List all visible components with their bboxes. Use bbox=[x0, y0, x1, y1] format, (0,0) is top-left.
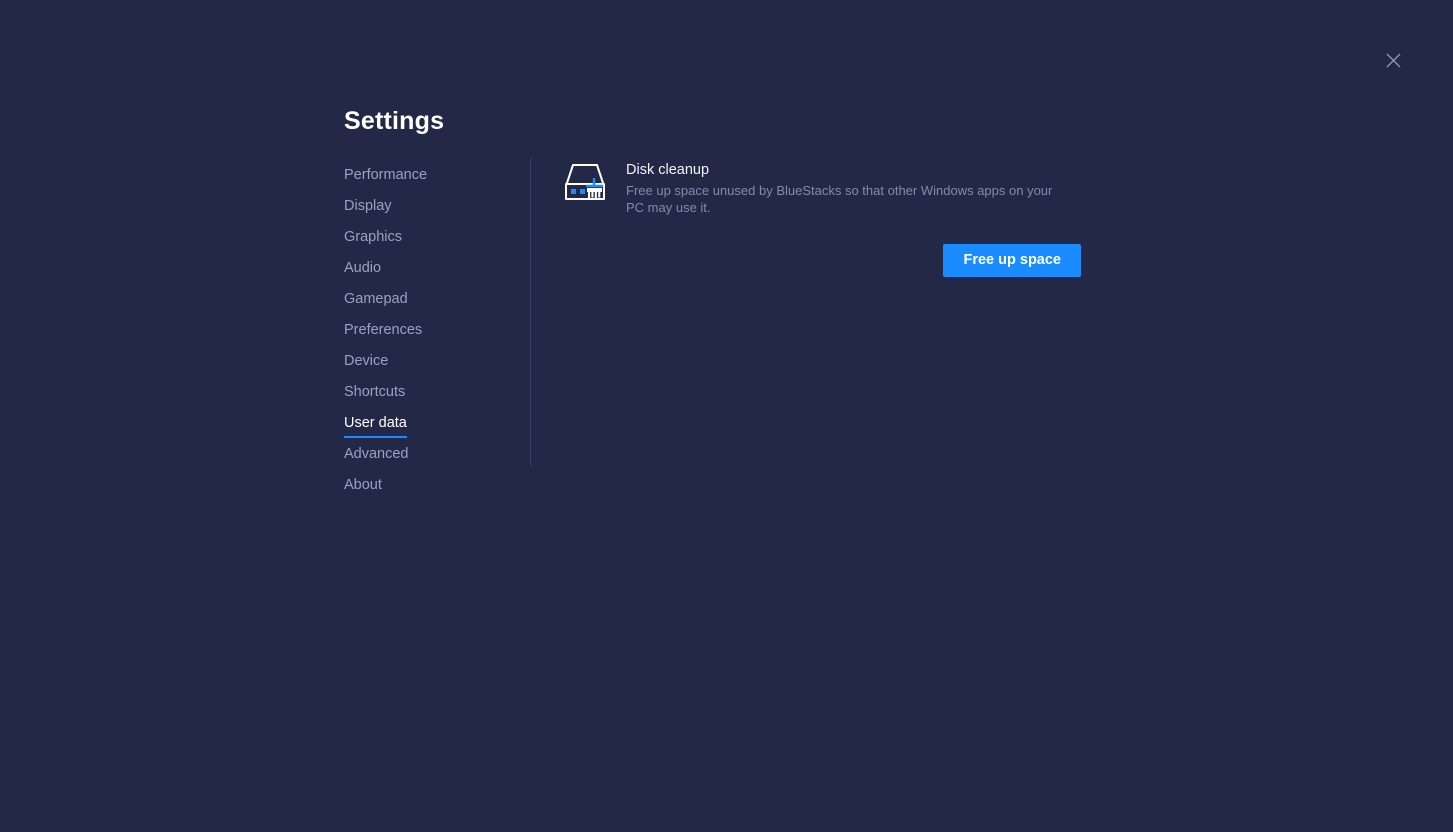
disk-cleanup-title: Disk cleanup bbox=[626, 162, 710, 178]
sidebar-item-graphics[interactable]: Graphics bbox=[344, 226, 514, 257]
sidebar-item-gamepad[interactable]: Gamepad bbox=[344, 288, 514, 319]
sidebar-item-device[interactable]: Device bbox=[344, 350, 514, 381]
sidebar-item-user-data[interactable]: User data bbox=[344, 412, 514, 443]
sidebar-item-preferences[interactable]: Preferences bbox=[344, 319, 514, 350]
disk-cleanup-action-row: Free up space bbox=[563, 244, 1083, 277]
sidebar-item-label: Shortcuts bbox=[344, 384, 406, 400]
sidebar-item-label: User data bbox=[344, 412, 407, 438]
sidebar-item-label: Gamepad bbox=[344, 291, 408, 307]
page-title: Settings bbox=[344, 107, 445, 135]
disk-cleanup-description: Free up space unused by BlueStacks so th… bbox=[626, 183, 1053, 215]
sidebar-item-audio[interactable]: Audio bbox=[344, 257, 514, 288]
sidebar-item-shortcuts[interactable]: Shortcuts bbox=[344, 381, 514, 412]
sidebar-item-label: Device bbox=[344, 353, 389, 369]
sidebar-divider bbox=[530, 158, 531, 466]
sidebar-item-performance[interactable]: Performance bbox=[344, 164, 514, 195]
sidebar-item-label: Preferences bbox=[344, 322, 423, 338]
settings-sidebar: Performance Display Graphics Audio Gamep… bbox=[344, 164, 514, 505]
disk-cleanup-icon bbox=[563, 159, 609, 205]
close-icon bbox=[1386, 53, 1401, 68]
free-up-space-button[interactable]: Free up space bbox=[943, 244, 1081, 277]
sidebar-item-label: About bbox=[344, 477, 382, 493]
sidebar-item-label: Advanced bbox=[344, 446, 409, 462]
disk-cleanup-section: Disk cleanup Free up space unused by Blu… bbox=[563, 158, 1083, 216]
sidebar-item-display[interactable]: Display bbox=[344, 195, 514, 226]
sidebar-item-label: Graphics bbox=[344, 229, 403, 245]
disk-cleanup-text: Disk cleanup Free up space unused by Blu… bbox=[626, 158, 1083, 216]
sidebar-item-about[interactable]: About bbox=[344, 474, 514, 505]
sidebar-item-advanced[interactable]: Advanced bbox=[344, 443, 514, 474]
sidebar-item-label: Performance bbox=[344, 167, 428, 183]
close-window-button[interactable] bbox=[1379, 46, 1407, 74]
sidebar-item-label: Display bbox=[344, 198, 392, 214]
sidebar-item-label: Audio bbox=[344, 260, 382, 276]
settings-content-panel: Disk cleanup Free up space unused by Blu… bbox=[563, 158, 1083, 277]
